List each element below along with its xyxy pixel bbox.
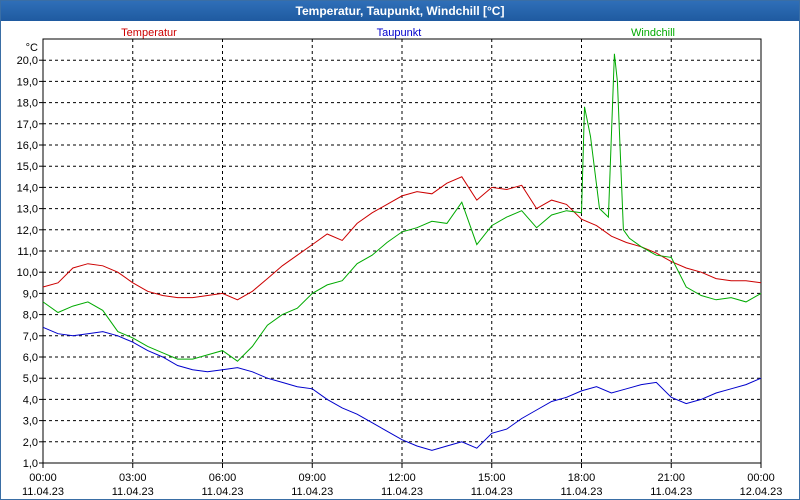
y-tick-label: 3,0 — [23, 416, 38, 428]
x-tick-label-date: 11.04.23 — [560, 486, 602, 498]
y-tick-label: 14,0 — [17, 182, 38, 194]
y-tick-label: 18,0 — [17, 98, 38, 110]
y-tick-label: 6,0 — [23, 352, 38, 364]
x-tick-label-date: 11.04.23 — [291, 486, 333, 498]
chart-window: Temperatur, Taupunkt, Windchill [°C] 1,0… — [0, 0, 800, 500]
x-tick-label-time: 00:00 — [747, 472, 775, 484]
x-tick-label-date: 11.04.23 — [650, 486, 692, 498]
y-tick-label: 7,0 — [23, 331, 38, 343]
legend-windchill: Windchill — [631, 27, 675, 39]
x-tick-label-time: 09:00 — [298, 472, 326, 484]
y-tick-label: 16,0 — [17, 140, 38, 152]
y-tick-label: 8,0 — [23, 310, 38, 322]
y-tick-label: 4,0 — [23, 394, 38, 406]
x-tick-label-time: 18:00 — [568, 472, 596, 484]
y-tick-label: 20,0 — [17, 55, 38, 67]
x-tick-label-date: 11.04.23 — [381, 486, 423, 498]
y-tick-label: 1,0 — [23, 458, 38, 470]
x-tick-label-date: 11.04.23 — [112, 486, 154, 498]
y-tick-label: 10,0 — [17, 267, 38, 279]
x-tick-label-time: 03:00 — [119, 472, 147, 484]
y-tick-label: 5,0 — [23, 373, 38, 385]
x-tick-label-time: 21:00 — [657, 472, 685, 484]
x-tick-label-date: 12.04.23 — [740, 486, 783, 498]
x-tick-label-time: 00:00 — [29, 472, 57, 484]
x-tick-label-time: 06:00 — [209, 472, 237, 484]
y-tick-label: 13,0 — [17, 204, 38, 216]
y-tick-label: 9,0 — [23, 288, 38, 300]
x-tick-label-time: 12:00 — [388, 472, 416, 484]
y-tick-label: 15,0 — [17, 161, 38, 173]
y-tick-label: 2,0 — [23, 437, 38, 449]
window-title: Temperatur, Taupunkt, Windchill [°C] — [1, 1, 799, 21]
y-tick-label: 11,0 — [17, 246, 38, 258]
x-tick-label-date: 11.04.23 — [201, 486, 243, 498]
x-tick-label-time: 15:00 — [478, 472, 506, 484]
x-tick-label-date: 11.04.23 — [22, 486, 64, 498]
chart-area: 1,0 2,0 3,0 4,0 5,0 6,0 7,0 8,0 9,0 10,0 11,0 12,0 1… — [17, 27, 783, 498]
legend-taupunkt: Taupunkt — [377, 27, 422, 39]
y-tick-label: 12,0 — [17, 225, 38, 237]
x-tick-label-date: 11.04.23 — [471, 486, 513, 498]
legend-temperatur: Temperatur — [121, 27, 177, 39]
y-tick-label: 17,0 — [17, 119, 38, 131]
y-tick-label: 19,0 — [17, 76, 38, 88]
y-axis-label: °C — [26, 42, 38, 54]
